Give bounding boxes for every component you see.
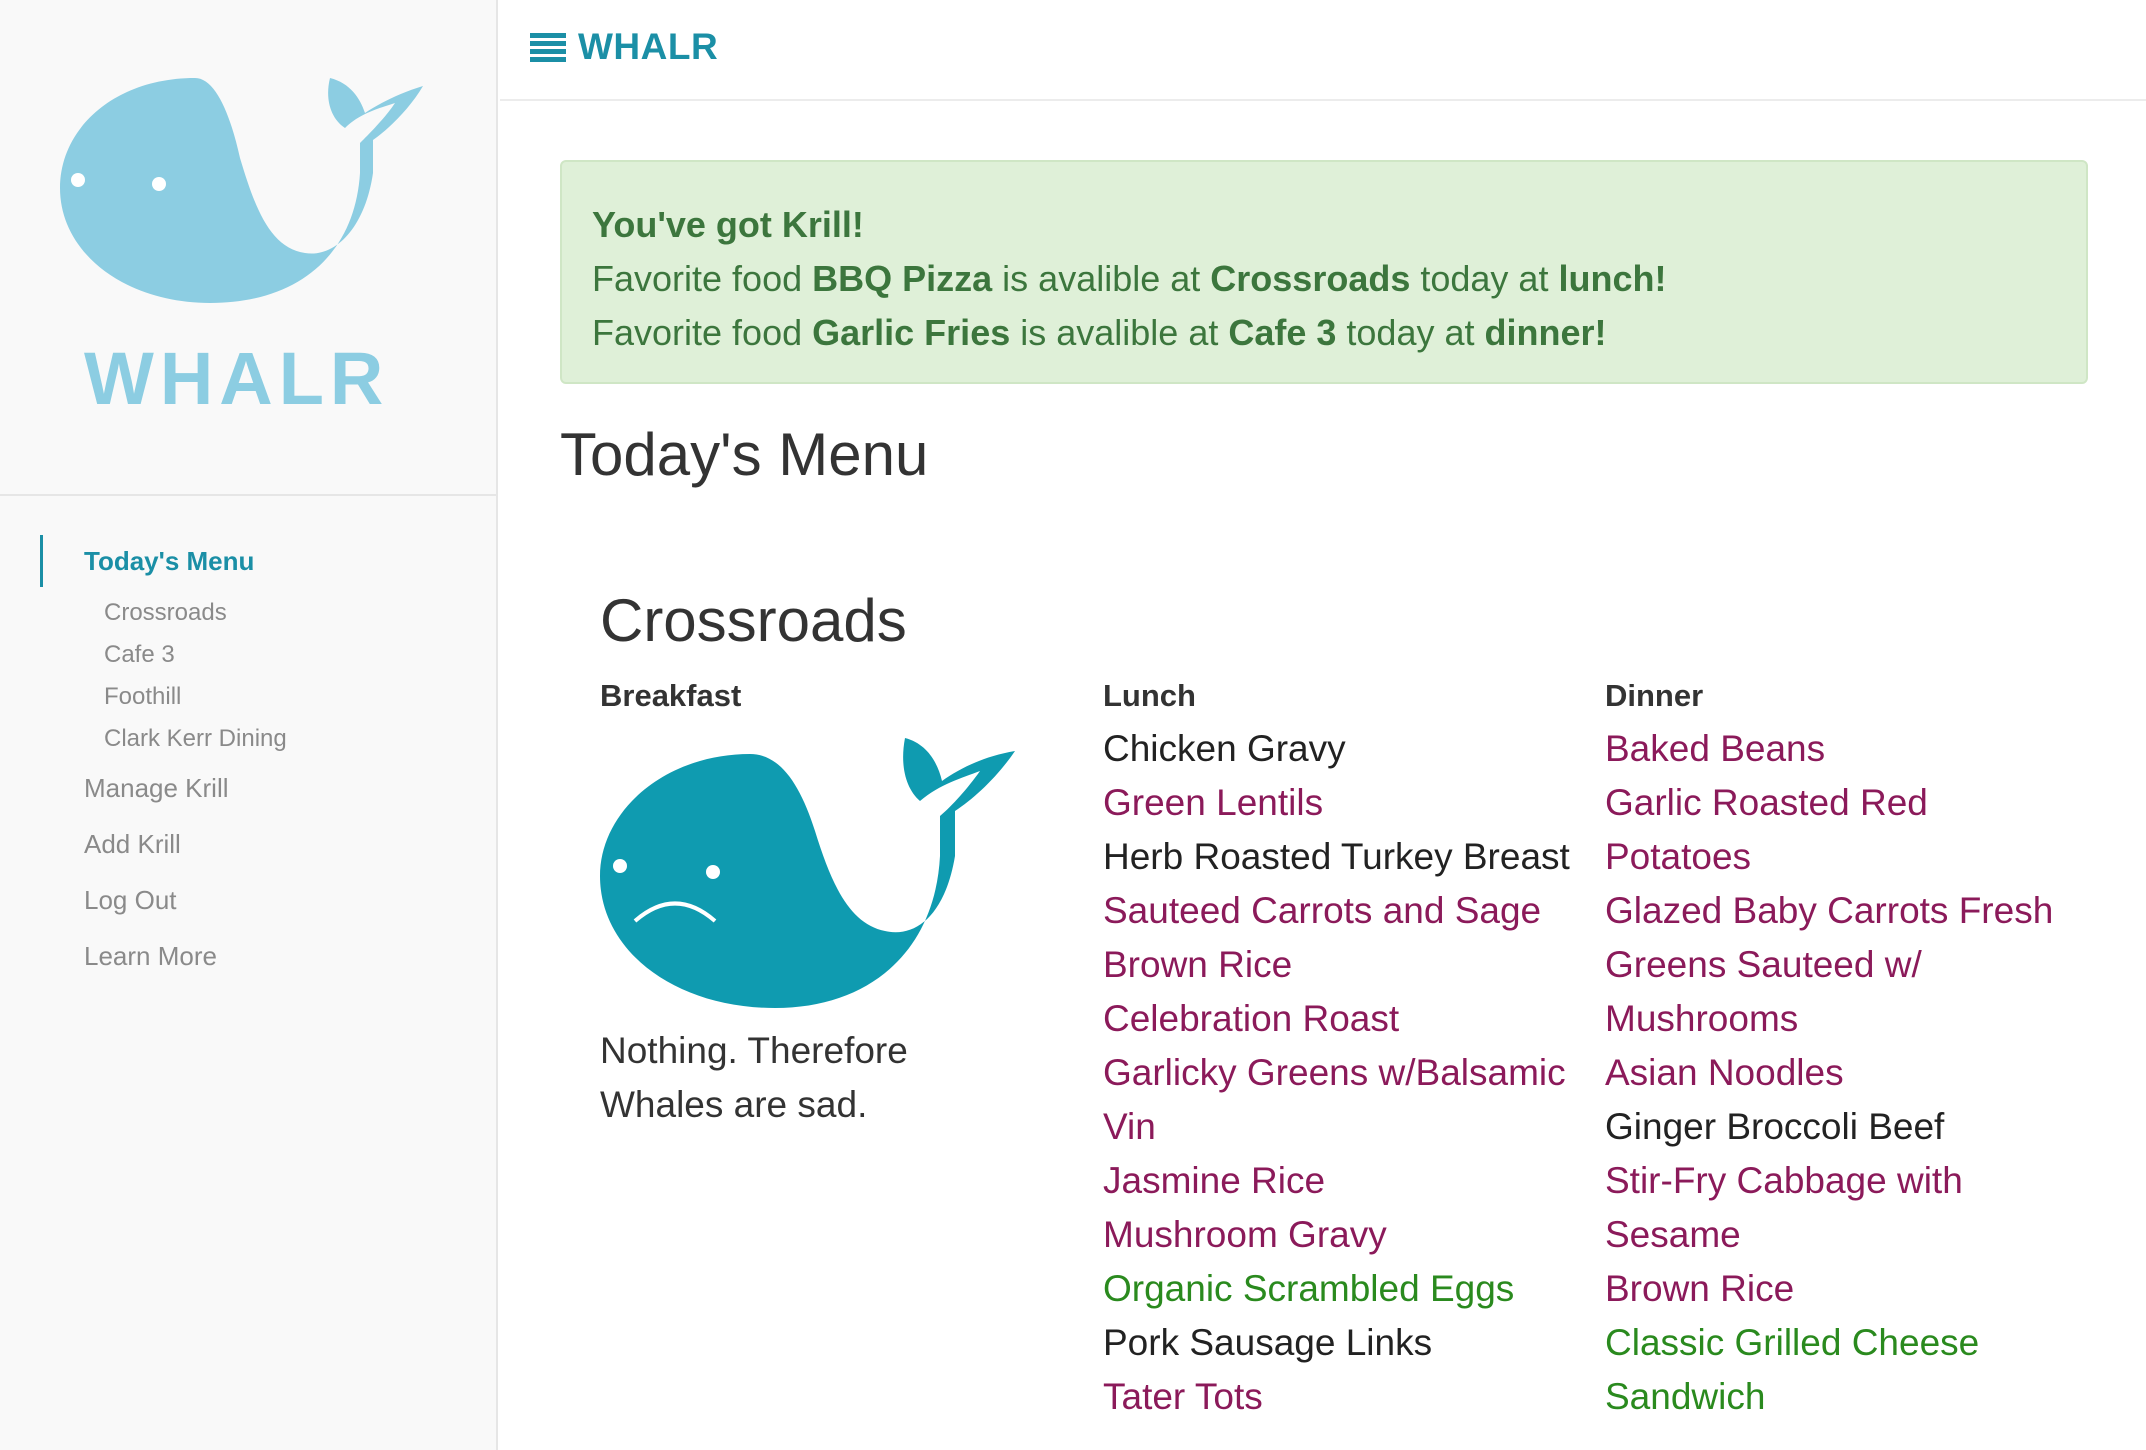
- sidebar-item-todays-menu[interactable]: Today's Menu: [0, 530, 496, 592]
- menu-item[interactable]: Asian Noodles: [1605, 1046, 2075, 1100]
- menu-item[interactable]: Organic Scrambled Eggs: [1103, 1262, 1573, 1316]
- menu-item[interactable]: Stir-Fry Cabbage with Sesame: [1605, 1154, 2075, 1262]
- menu-item[interactable]: Mushroom Gravy: [1103, 1208, 1573, 1262]
- sidebar-item-manage-krill[interactable]: Manage Krill: [0, 760, 496, 816]
- menu-item[interactable]: Classic Grilled Cheese Sandwich: [1605, 1316, 2075, 1424]
- lunch-list: Chicken Gravy Green Lentils Herb Roasted…: [1103, 722, 1573, 1424]
- breakfast-column: Breakfast Nothing. Therefore Whales are …: [600, 670, 1070, 1132]
- sad-whale-icon: [600, 738, 1015, 1008]
- breakfast-heading: Breakfast: [600, 678, 742, 713]
- sidebar: WHALR Today's Menu Crossroads Cafe 3 Foo…: [0, 0, 498, 1450]
- menu-item[interactable]: Green Lentils: [1103, 776, 1573, 830]
- sidebar-nav: Today's Menu Crossroads Cafe 3 Foothill …: [0, 530, 496, 984]
- sidebar-subitem-foothill[interactable]: Foothill: [0, 676, 496, 718]
- dining-hall-title: Crossroads: [600, 587, 907, 654]
- dinner-list: Baked Beans Garlic Roasted Red Potatoes …: [1605, 722, 2075, 1424]
- menu-item[interactable]: Glazed Baby Carrots Fresh: [1605, 884, 2075, 938]
- sidebar-subitem-cafe-3[interactable]: Cafe 3: [0, 634, 496, 676]
- dinner-column: Dinner Baked Beans Garlic Roasted Red Po…: [1605, 670, 2075, 1424]
- menu-item[interactable]: Jasmine Rice: [1103, 1154, 1573, 1208]
- menu-item[interactable]: Tater Tots: [1103, 1370, 1573, 1424]
- alert-line-2: Favorite food Garlic Fries is avalible a…: [592, 312, 1607, 353]
- menu-item[interactable]: Chicken Gravy: [1103, 722, 1573, 776]
- menu-item[interactable]: Garlic Roasted Red Potatoes: [1605, 776, 2075, 884]
- sidebar-subitem-clark-kerr-dining[interactable]: Clark Kerr Dining: [0, 718, 496, 760]
- lunch-column: Lunch Chicken Gravy Green Lentils Herb R…: [1103, 670, 1573, 1424]
- logo-area: WHALR: [0, 0, 496, 496]
- lunch-heading: Lunch: [1103, 678, 1196, 713]
- menu-item[interactable]: Brown Rice: [1103, 938, 1573, 992]
- breakfast-empty-text: Nothing. Therefore Whales are sad.: [600, 1030, 908, 1125]
- page-title: Today's Menu: [560, 421, 929, 488]
- menu-item[interactable]: Baked Beans: [1605, 722, 2075, 776]
- menu-item[interactable]: Sauteed Carrots and Sage: [1103, 884, 1573, 938]
- sidebar-item-log-out[interactable]: Log Out: [0, 872, 496, 928]
- menu-item[interactable]: Pork Sausage Links: [1103, 1316, 1573, 1370]
- sidebar-item-add-krill[interactable]: Add Krill: [0, 816, 496, 872]
- brand-title[interactable]: WHALR: [578, 26, 718, 68]
- sidebar-item-learn-more[interactable]: Learn More: [0, 928, 496, 984]
- sidebar-subitem-crossroads[interactable]: Crossroads: [0, 592, 496, 634]
- logo-text: WHALR: [84, 337, 390, 420]
- alert-title: You've got Krill!: [592, 204, 864, 245]
- krill-alert: You've got Krill! Favorite food BBQ Pizz…: [560, 160, 2088, 384]
- menu-item[interactable]: Garlicky Greens w/Balsamic Vin: [1103, 1046, 1573, 1154]
- menu-item[interactable]: Ginger Broccoli Beef: [1605, 1100, 2075, 1154]
- dinner-heading: Dinner: [1605, 678, 1704, 713]
- alert-line-1: Favorite food BBQ Pizza is avalible at C…: [592, 258, 1667, 299]
- top-bar: WHALR: [500, 0, 2146, 101]
- menu-item[interactable]: Herb Roasted Turkey Breast: [1103, 830, 1573, 884]
- menu-item[interactable]: Greens Sauteed w/ Mushrooms: [1605, 938, 2075, 1046]
- hamburger-menu-icon[interactable]: [530, 33, 566, 63]
- menu-item[interactable]: Celebration Roast: [1103, 992, 1573, 1046]
- whale-logo-icon: [60, 78, 423, 303]
- menu-item[interactable]: Brown Rice: [1605, 1262, 2075, 1316]
